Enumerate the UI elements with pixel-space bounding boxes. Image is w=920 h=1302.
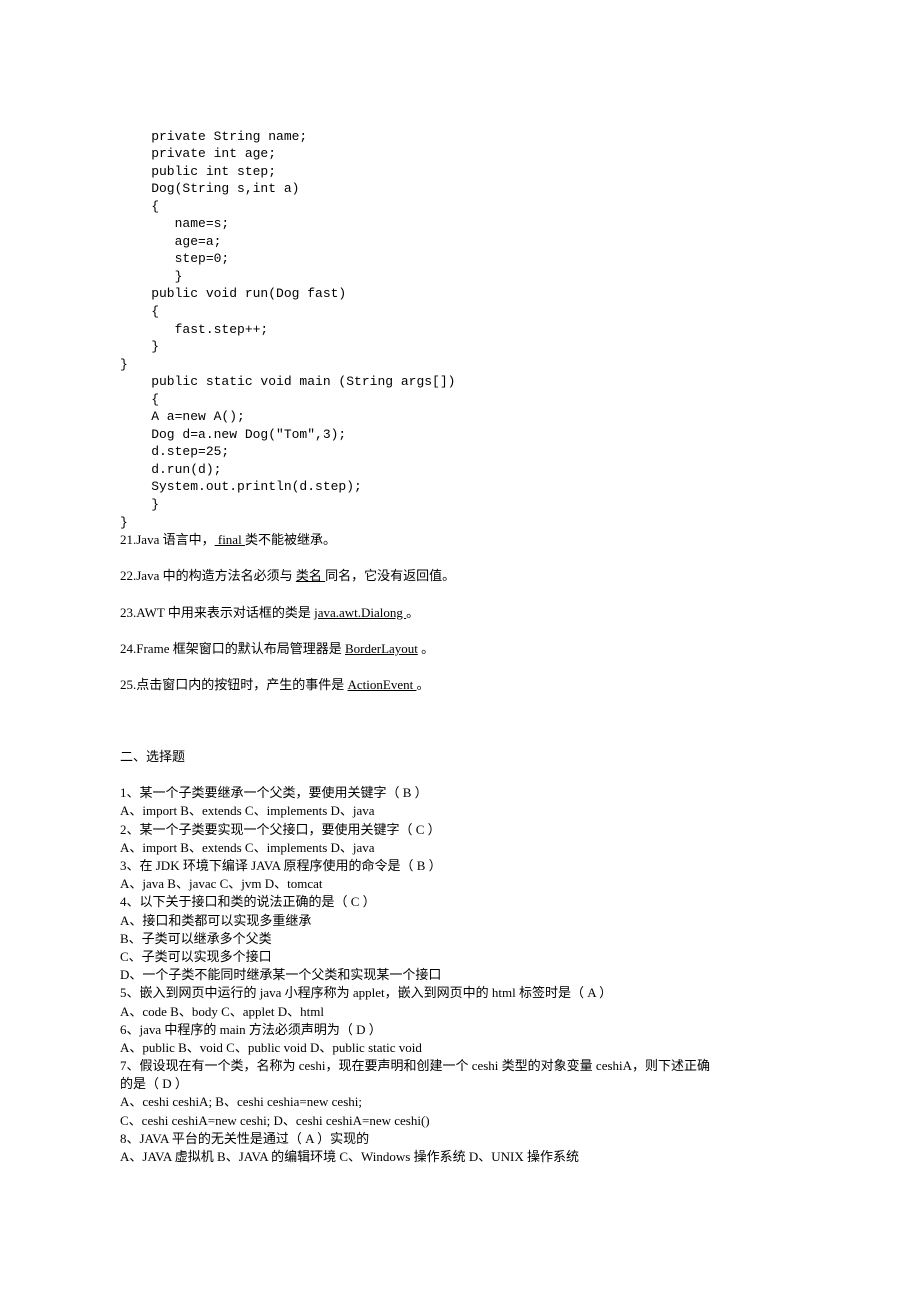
mc-q4-option-d: D、一个子类不能同时继承某一个父类和实现某一个接口 (120, 966, 800, 984)
code-line: fast.step++; (120, 322, 268, 337)
code-line: public void run(Dog fast) (120, 286, 346, 301)
q24-post: 。 (418, 641, 434, 656)
code-block: private String name; private int age; pu… (120, 110, 800, 531)
question-21: 21.Java 语言中， final 类不能被继承。 (120, 531, 800, 549)
q22-answer: 类名 (296, 568, 325, 583)
mc-q6-options: A、public B、void C、public void D、public s… (120, 1039, 800, 1057)
mc-q4-option-b: B、子类可以继承多个父类 (120, 930, 800, 948)
mc-q8: 8、JAVA 平台的无关性是通过（ A ）实现的 (120, 1130, 800, 1148)
question-25: 25.点击窗口内的按钮时，产生的事件是 ActionEvent 。 (120, 676, 800, 694)
q25-post: 。 (416, 677, 429, 692)
code-line: private String name; (120, 129, 307, 144)
code-line: A a=new A(); (120, 409, 245, 424)
code-line: private int age; (120, 146, 276, 161)
code-line: { (120, 199, 159, 214)
code-line: } (120, 497, 159, 512)
mc-q4: 4、以下关于接口和类的说法正确的是（ C ） (120, 893, 800, 911)
code-line: System.out.println(d.step); (120, 479, 362, 494)
code-line: d.run(d); (120, 462, 221, 477)
section-title: 二、选择题 (120, 748, 800, 766)
q22-pre: 22.Java 中的构造方法名必须与 (120, 568, 296, 583)
question-24: 24.Frame 框架窗口的默认布局管理器是 BorderLayout 。 (120, 640, 800, 658)
code-line: } (120, 515, 128, 530)
code-line: { (120, 304, 159, 319)
q24-answer: BorderLayout (345, 641, 418, 656)
mc-q7-options-cd: C、ceshi ceshiA=new ceshi; D、ceshi ceshiA… (120, 1112, 800, 1130)
question-22: 22.Java 中的构造方法名必须与 类名 同名，它没有返回值。 (120, 567, 800, 585)
code-line: } (120, 269, 182, 284)
mc-q1-options: A、import B、extends C、implements D、java (120, 802, 800, 820)
mc-q7: 7、假设现在有一个类，名称为 ceshi，现在要声明和创建一个 ceshi 类型… (120, 1057, 800, 1075)
q23-pre: 23.AWT 中用来表示对话框的类是 (120, 605, 314, 620)
mc-q3: 3、在 JDK 环境下编译 JAVA 原程序使用的命令是（ B ） (120, 857, 800, 875)
code-line: { (120, 392, 159, 407)
code-line: Dog(String s,int a) (120, 181, 299, 196)
mc-q2-options: A、import B、extends C、implements D、java (120, 839, 800, 857)
mc-q7-options-ab: A、ceshi ceshiA; B、ceshi ceshia=new ceshi… (120, 1093, 800, 1111)
code-line: public int step; (120, 164, 276, 179)
code-line: name=s; (120, 216, 229, 231)
q21-answer: final (215, 532, 245, 547)
mc-q1: 1、某一个子类要继承一个父类，要使用关键字（ B ） (120, 784, 800, 802)
mc-q7-continued: 的是（ D ） (120, 1075, 800, 1093)
mc-q5-options: A、code B、body C、applet D、html (120, 1003, 800, 1021)
code-line: age=a; (120, 234, 221, 249)
code-line: step=0; (120, 251, 229, 266)
mc-q4-option-a: A、接口和类都可以实现多重继承 (120, 912, 800, 930)
q25-pre: 25.点击窗口内的按钮时，产生的事件是 (120, 677, 348, 692)
question-23: 23.AWT 中用来表示对话框的类是 java.awt.Dialong 。 (120, 604, 800, 622)
code-line: public static void main (String args[]) (120, 374, 455, 389)
mc-q8-options: A、JAVA 虚拟机 B、JAVA 的编辑环境 C、Windows 操作系统 D… (120, 1148, 800, 1166)
q23-post: 。 (406, 605, 419, 620)
q23-answer: java.awt.Dialong (314, 605, 406, 620)
q21-post: 类不能被继承。 (245, 532, 336, 547)
code-line: Dog d=a.new Dog("Tom",3); (120, 427, 346, 442)
q22-post: 同名，它没有返回值。 (325, 568, 455, 583)
q24-pre: 24.Frame 框架窗口的默认布局管理器是 (120, 641, 345, 656)
code-line: } (120, 339, 159, 354)
q25-answer: ActionEvent (348, 677, 417, 692)
q21-pre: 21.Java 语言中， (120, 532, 215, 547)
mc-q5: 5、嵌入到网页中运行的 java 小程序称为 applet，嵌入到网页中的 ht… (120, 984, 800, 1002)
code-line: } (120, 357, 128, 372)
mc-q4-option-c: C、子类可以实现多个接口 (120, 948, 800, 966)
mc-q6: 6、java 中程序的 main 方法必须声明为（ D ） (120, 1021, 800, 1039)
code-line: d.step=25; (120, 444, 229, 459)
mc-q2: 2、某一个子类要实现一个父接口，要使用关键字（ C ） (120, 821, 800, 839)
mc-q3-options: A、java B、javac C、jvm D、tomcat (120, 875, 800, 893)
